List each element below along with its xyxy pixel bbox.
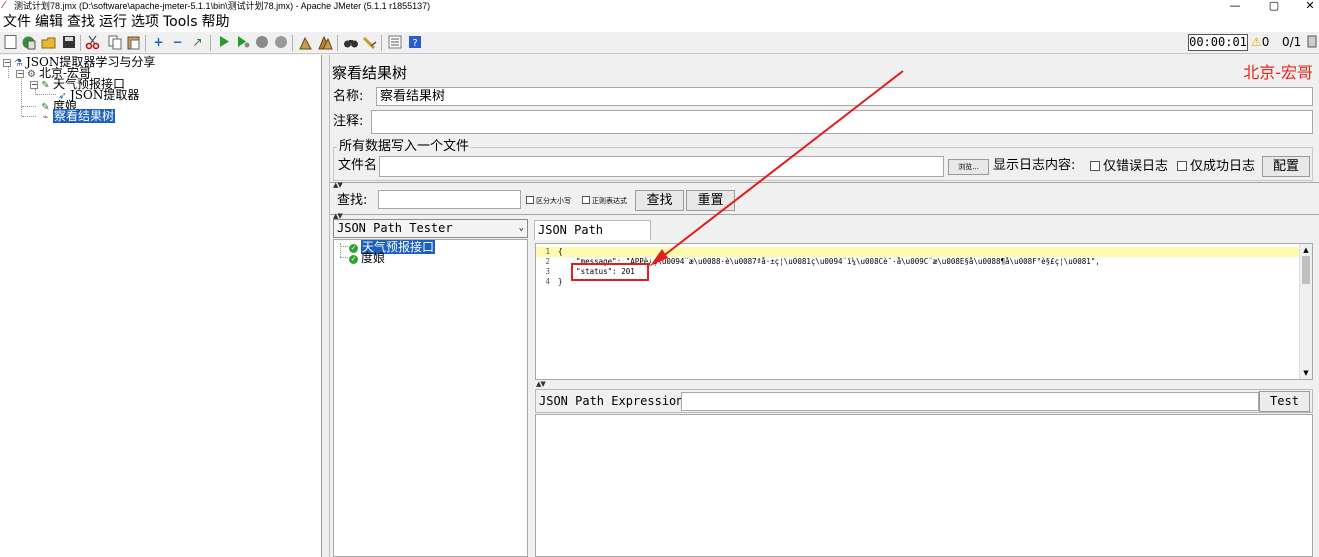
title-bar: ⁄ 测试计划78.jmx (D:\software\apache-jmeter-… bbox=[0, 0, 1319, 13]
active-threads: 0/1 bbox=[1282, 35, 1302, 49]
minimize-button[interactable]: — bbox=[1228, 0, 1242, 13]
save-icon[interactable] bbox=[61, 35, 76, 50]
collapse-all-icon[interactable]: − bbox=[170, 35, 185, 50]
collapse-icon[interactable]: − bbox=[30, 81, 38, 89]
reset-button[interactable]: 重置 bbox=[686, 190, 735, 211]
comment-label: 注释: bbox=[333, 114, 364, 129]
clear-icon[interactable] bbox=[298, 35, 313, 50]
file-group-title: 所有数据写入一个文件 bbox=[337, 138, 472, 156]
scroll-thumb[interactable] bbox=[1302, 256, 1310, 284]
response-editor[interactable]: 1{ 2 "message": "APPè¿ç\u0094¨æ\u0088·è\… bbox=[535, 243, 1313, 380]
code-line: 3 "status": 201 bbox=[545, 267, 635, 276]
tab-json-path-tester[interactable]: JSON Path Tester bbox=[534, 220, 651, 256]
test-button[interactable]: Test bbox=[1259, 391, 1310, 412]
main-splitter[interactable] bbox=[322, 55, 330, 557]
find-button[interactable]: 查找 bbox=[635, 190, 684, 211]
result-item-baidu[interactable]: ✓ 度娘 bbox=[349, 252, 385, 264]
menu-help[interactable]: 帮助 bbox=[201, 13, 231, 32]
brand-watermark: 北京-宏哥 bbox=[1243, 63, 1313, 82]
start-no-pauses-icon[interactable] bbox=[235, 35, 250, 50]
binoculars-icon[interactable] bbox=[343, 35, 358, 50]
collapse-icon[interactable]: − bbox=[16, 70, 24, 78]
code-line: 1{ bbox=[536, 247, 1300, 257]
jmeter-feather-icon: ⁄ bbox=[3, 0, 5, 11]
name-input[interactable]: 察看结果树 bbox=[376, 87, 1313, 106]
expression-result-area[interactable] bbox=[535, 414, 1313, 557]
menu-run[interactable]: 运行 bbox=[98, 13, 128, 32]
json-path-expression-input[interactable] bbox=[681, 392, 1259, 411]
success-only-checkbox[interactable]: 仅成功日志 bbox=[1177, 159, 1255, 175]
annotation-box bbox=[571, 263, 649, 281]
expand-all-icon[interactable]: + bbox=[151, 35, 166, 50]
log-content-label: 显示日志内容: bbox=[993, 158, 1076, 173]
start-icon[interactable] bbox=[216, 35, 231, 50]
json-path-tester-area: JSON Path Tester 1{ 2 "message": "APPè¿ç… bbox=[534, 219, 1319, 557]
cut-icon[interactable] bbox=[85, 35, 100, 50]
reset-search-icon[interactable] bbox=[362, 35, 377, 50]
success-check-icon: ✓ bbox=[349, 255, 358, 264]
configure-button[interactable]: 配置 bbox=[1262, 156, 1310, 177]
search-label: 查找: bbox=[337, 193, 368, 208]
toolbar: + − ↗ ? 00:00:01 ⚠0 0/1 bbox=[0, 32, 1319, 54]
menu-file[interactable]: 文件 bbox=[2, 13, 32, 32]
window-title: 测试计划78.jmx (D:\software\apache-jmeter-5.… bbox=[14, 1, 431, 11]
browse-button[interactable]: 浏览... bbox=[948, 159, 989, 175]
open-icon[interactable] bbox=[41, 35, 56, 50]
panel-heading: 察看结果树 bbox=[332, 64, 408, 82]
paste-icon[interactable] bbox=[126, 35, 141, 50]
shutdown-icon[interactable] bbox=[273, 35, 288, 50]
sampler-pencil-icon: ✎ bbox=[41, 80, 50, 91]
case-sensitive-checkbox[interactable]: 区分大小写 bbox=[526, 195, 571, 207]
menu-tools[interactable]: Tools bbox=[162, 13, 199, 32]
stop-icon[interactable] bbox=[254, 35, 269, 50]
collapse-icon[interactable]: − bbox=[3, 59, 11, 67]
help-icon[interactable]: ? bbox=[407, 35, 422, 50]
new-icon[interactable] bbox=[3, 35, 18, 50]
warning-count: 0 bbox=[1261, 35, 1270, 49]
remote-icon[interactable] bbox=[1305, 35, 1318, 50]
menu-edit[interactable]: 编辑 bbox=[34, 13, 64, 32]
scroll-down-icon[interactable]: ▼ bbox=[1300, 367, 1312, 379]
code-line: 2 "message": "APPè¿ç\u0094¨æ\u0088·è\u00… bbox=[545, 257, 1100, 266]
menu-options[interactable]: 选项 bbox=[130, 13, 160, 32]
renderer-select[interactable]: JSON Path Tester ⌄ bbox=[333, 219, 528, 238]
warning-icon: ⚠ bbox=[1251, 35, 1262, 49]
svg-text:?: ? bbox=[412, 38, 417, 49]
warning-indicator[interactable]: ⚠0 bbox=[1251, 35, 1269, 50]
listener-icon: ⌁ bbox=[42, 112, 49, 123]
regex-checkbox[interactable]: 正则表达式 bbox=[582, 195, 627, 207]
sample-results-list[interactable]: ✓ 天气预报接口 ✓ 度娘 bbox=[333, 239, 528, 557]
maximize-button[interactable]: ▢ bbox=[1267, 0, 1281, 13]
name-label: 名称: bbox=[333, 89, 364, 104]
clear-all-icon[interactable] bbox=[318, 35, 333, 50]
json-path-expression-label: JSON Path Expression bbox=[539, 394, 684, 408]
function-helper-icon[interactable] bbox=[387, 35, 402, 50]
close-button[interactable]: ✕ bbox=[1303, 0, 1317, 13]
expand-arrows-icon[interactable]: ▲▼ bbox=[333, 182, 343, 189]
comment-input[interactable] bbox=[371, 110, 1313, 134]
json-path-expression-row: JSON Path Expression Test bbox=[535, 389, 1313, 413]
code-line: 4} bbox=[545, 277, 563, 286]
errors-only-checkbox[interactable]: 仅错误日志 bbox=[1090, 159, 1168, 175]
test-plan-tree[interactable]: − ⚗ JSON提取器学习与分享 − ⚙ 北京-宏哥 − ✎ 天气预报接口 ➶ JSON提取器… bbox=[0, 55, 322, 557]
search-input[interactable] bbox=[378, 190, 521, 209]
filename-input[interactable] bbox=[379, 156, 944, 177]
tree-node-view-results-tree[interactable]: ⌁ 察看结果树 bbox=[40, 109, 116, 123]
scroll-up-icon[interactable]: ▲ bbox=[1300, 244, 1312, 256]
menu-bar: 文件 编辑 查找 运行 选项 Tools 帮助 bbox=[0, 13, 1319, 32]
view-results-tree-panel: 察看结果树 北京-宏哥 名称: 察看结果树 注释: 所有数据写入一个文件 文件名… bbox=[330, 55, 1319, 557]
menu-search[interactable]: 查找 bbox=[66, 13, 96, 32]
copy-icon[interactable] bbox=[107, 35, 122, 50]
filename-label: 文件名 bbox=[338, 158, 378, 173]
elapsed-timer: 00:00:01 bbox=[1188, 34, 1248, 51]
editor-scrollbar[interactable]: ▲ ▼ bbox=[1299, 244, 1312, 379]
chevron-down-icon: ⌄ bbox=[518, 223, 524, 233]
expand-arrows-icon[interactable]: ▲▼ bbox=[536, 381, 546, 388]
templates-icon[interactable] bbox=[21, 35, 36, 50]
toggle-icon[interactable]: ↗ bbox=[190, 35, 205, 50]
